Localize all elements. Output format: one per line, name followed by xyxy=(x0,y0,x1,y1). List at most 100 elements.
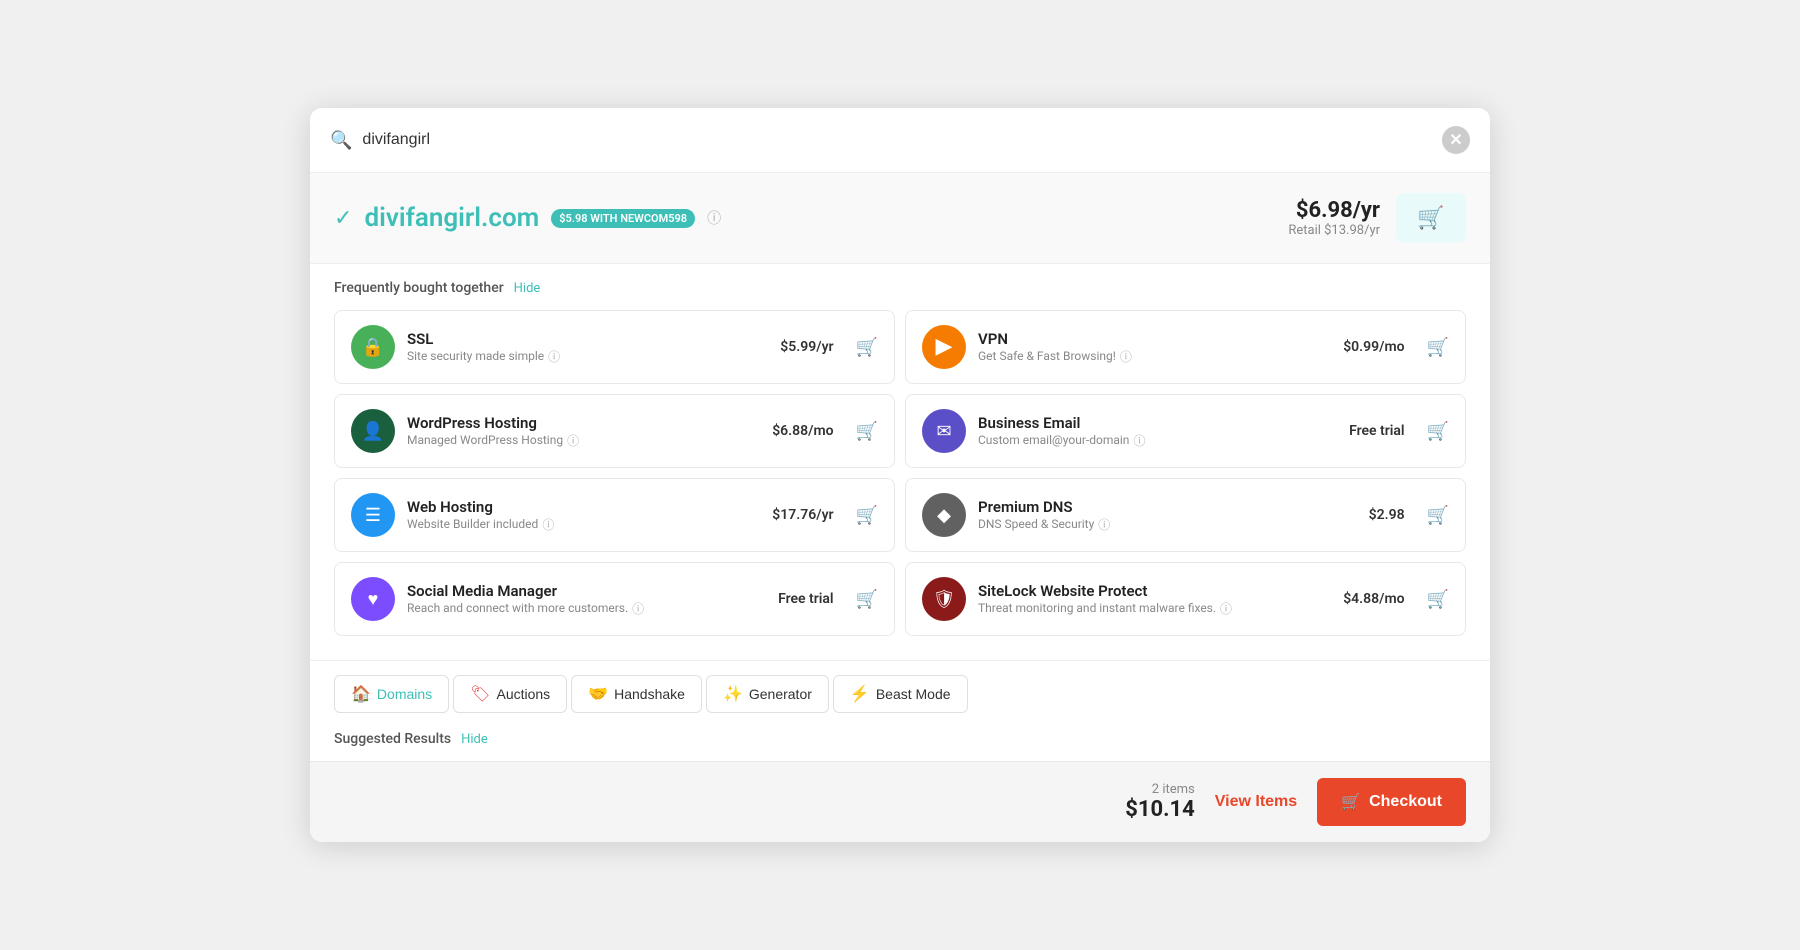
domain-result-row: ✓ divifangirl.com $5.98 WITH NEWCOM598 ⓘ… xyxy=(310,173,1490,264)
view-items-button[interactable]: View Items xyxy=(1215,793,1297,811)
addon-ssl: 🔒 SSL Site security made simple ⓘ $5.99/… xyxy=(334,310,895,384)
webhost-info: Web Hosting Website Builder included ⓘ xyxy=(407,498,760,533)
check-icon: ✓ xyxy=(334,206,352,231)
social-add-cart-button[interactable]: 🛒 xyxy=(856,589,878,610)
webhost-price: $17.76/yr xyxy=(772,507,833,523)
dns-icon: ◆ xyxy=(922,493,966,537)
tab-beast-mode[interactable]: ⚡ Beast Mode xyxy=(833,675,968,713)
addon-social-media: ♥ Social Media Manager Reach and connect… xyxy=(334,562,895,636)
tab-auctions[interactable]: 🏷 Auctions xyxy=(453,675,567,713)
domain-price-retail: Retail $13.98/yr xyxy=(1288,223,1380,238)
domain-price-main: $6.98/yr xyxy=(1288,198,1380,223)
search-bar: 🔍 ✕ xyxy=(310,108,1490,173)
price-block: $6.98/yr Retail $13.98/yr xyxy=(1288,198,1380,238)
suggested-bar: Suggested Results Hide xyxy=(310,721,1490,761)
sitelock-name: SiteLock Website Protect xyxy=(978,582,1331,600)
email-add-cart-button[interactable]: 🛒 xyxy=(1427,421,1449,442)
webhost-info-icon[interactable]: ⓘ xyxy=(542,516,554,533)
wp-name: WordPress Hosting xyxy=(407,414,760,432)
social-info: Social Media Manager Reach and connect w… xyxy=(407,582,766,617)
wp-info: WordPress Hosting Managed WordPress Host… xyxy=(407,414,760,449)
social-name: Social Media Manager xyxy=(407,582,766,600)
sitelock-price: $4.88/mo xyxy=(1343,591,1404,607)
generator-tab-icon: ✨ xyxy=(723,684,743,704)
ssl-name: SSL xyxy=(407,330,768,348)
wp-info-icon[interactable]: ⓘ xyxy=(567,432,579,449)
vpn-info: VPN Get Safe & Fast Browsing! ⓘ xyxy=(978,330,1331,365)
tab-generator[interactable]: ✨ Generator xyxy=(706,675,829,713)
tab-handshake[interactable]: 🤝 Handshake xyxy=(571,675,702,713)
tab-domains-label: Domains xyxy=(377,686,432,702)
checkout-label: Checkout xyxy=(1369,793,1442,811)
addon-premium-dns: ◆ Premium DNS DNS Speed & Security ⓘ $2.… xyxy=(905,478,1466,552)
handshake-tab-icon: 🤝 xyxy=(588,684,608,704)
tab-domains[interactable]: 🏠 Domains xyxy=(334,675,449,713)
freq-hide-link[interactable]: Hide xyxy=(514,281,541,296)
social-desc: Reach and connect with more customers. ⓘ xyxy=(407,600,766,617)
tab-handshake-label: Handshake xyxy=(614,686,685,702)
webhost-add-cart-button[interactable]: 🛒 xyxy=(856,505,878,526)
addon-web-hosting: ☰ Web Hosting Website Builder included ⓘ… xyxy=(334,478,895,552)
vpn-add-cart-button[interactable]: 🛒 xyxy=(1427,337,1449,358)
wp-add-cart-button[interactable]: 🛒 xyxy=(856,421,878,442)
freq-title: Frequently bought together xyxy=(334,280,504,296)
social-info-icon[interactable]: ⓘ xyxy=(632,600,644,617)
tab-beast-label: Beast Mode xyxy=(876,686,951,702)
checkout-button[interactable]: 🛒 Checkout xyxy=(1317,778,1466,826)
suggested-hide-link[interactable]: Hide xyxy=(461,732,488,747)
items-count: 2 items xyxy=(1125,782,1195,797)
search-input[interactable] xyxy=(362,131,1442,149)
addon-vpn: ▶ VPN Get Safe & Fast Browsing! ⓘ $0.99/… xyxy=(905,310,1466,384)
email-info-icon[interactable]: ⓘ xyxy=(1133,432,1145,449)
footer-bar: 2 items $10.14 View Items 🛒 Checkout xyxy=(310,761,1490,842)
vpn-name: VPN xyxy=(978,330,1331,348)
addons-grid: 🔒 SSL Site security made simple ⓘ $5.99/… xyxy=(334,310,1466,652)
domain-right: $6.98/yr Retail $13.98/yr 🛒 xyxy=(1288,193,1466,243)
vpn-price: $0.99/mo xyxy=(1343,339,1404,355)
addon-sitelock: 🛡 SiteLock Website Protect Threat monito… xyxy=(905,562,1466,636)
email-price: Free trial xyxy=(1349,423,1405,439)
dns-info: Premium DNS DNS Speed & Security ⓘ xyxy=(978,498,1357,533)
dns-price: $2.98 xyxy=(1369,507,1405,523)
sitelock-info: SiteLock Website Protect Threat monitori… xyxy=(978,582,1331,617)
vpn-desc: Get Safe & Fast Browsing! ⓘ xyxy=(978,348,1331,365)
domain-left: ✓ divifangirl.com $5.98 WITH NEWCOM598 ⓘ xyxy=(334,203,721,233)
wp-icon: 👤 xyxy=(351,409,395,453)
promo-badge: $5.98 WITH NEWCOM598 xyxy=(551,209,695,228)
webhost-icon: ☰ xyxy=(351,493,395,537)
sitelock-desc: Threat monitoring and instant malware fi… xyxy=(978,600,1331,617)
tab-auctions-label: Auctions xyxy=(496,686,550,702)
sitelock-info-icon[interactable]: ⓘ xyxy=(1220,600,1232,617)
tab-generator-label: Generator xyxy=(749,686,812,702)
frequently-bought-section: Frequently bought together Hide 🔒 SSL Si… xyxy=(310,264,1490,660)
vpn-icon: ▶ xyxy=(922,325,966,369)
addon-wp-hosting: 👤 WordPress Hosting Managed WordPress Ho… xyxy=(334,394,895,468)
items-info: 2 items $10.14 xyxy=(1125,782,1195,822)
wp-desc: Managed WordPress Hosting ⓘ xyxy=(407,432,760,449)
ssl-add-cart-button[interactable]: 🛒 xyxy=(856,337,878,358)
dns-add-cart-button[interactable]: 🛒 xyxy=(1427,505,1449,526)
dns-name: Premium DNS xyxy=(978,498,1357,516)
email-icon: ✉ xyxy=(922,409,966,453)
wp-price: $6.88/mo xyxy=(772,423,833,439)
ssl-desc: Site security made simple ⓘ xyxy=(407,348,768,365)
search-icon: 🔍 xyxy=(330,130,352,151)
social-price: Free trial xyxy=(778,591,834,607)
domains-tab-icon: 🏠 xyxy=(351,684,371,704)
ssl-info: SSL Site security made simple ⓘ xyxy=(407,330,768,365)
email-info: Business Email Custom email@your-domain … xyxy=(978,414,1337,449)
social-icon: ♥ xyxy=(351,577,395,621)
items-total: $10.14 xyxy=(1125,797,1195,822)
suggested-title: Suggested Results xyxy=(334,731,451,747)
dns-info-icon[interactable]: ⓘ xyxy=(1098,516,1110,533)
vpn-info-icon[interactable]: ⓘ xyxy=(1120,348,1132,365)
beast-tab-icon: ⚡ xyxy=(850,684,870,704)
main-modal: 🔍 ✕ ✓ divifangirl.com $5.98 WITH NEWCOM5… xyxy=(310,108,1490,842)
checkout-cart-icon: 🛒 xyxy=(1341,792,1361,812)
ssl-icon: 🔒 xyxy=(351,325,395,369)
add-domain-to-cart-button[interactable]: 🛒 xyxy=(1396,193,1466,243)
info-icon[interactable]: ⓘ xyxy=(707,208,721,228)
close-button[interactable]: ✕ xyxy=(1442,126,1470,154)
ssl-info-icon[interactable]: ⓘ xyxy=(548,348,560,365)
sitelock-add-cart-button[interactable]: 🛒 xyxy=(1427,589,1449,610)
